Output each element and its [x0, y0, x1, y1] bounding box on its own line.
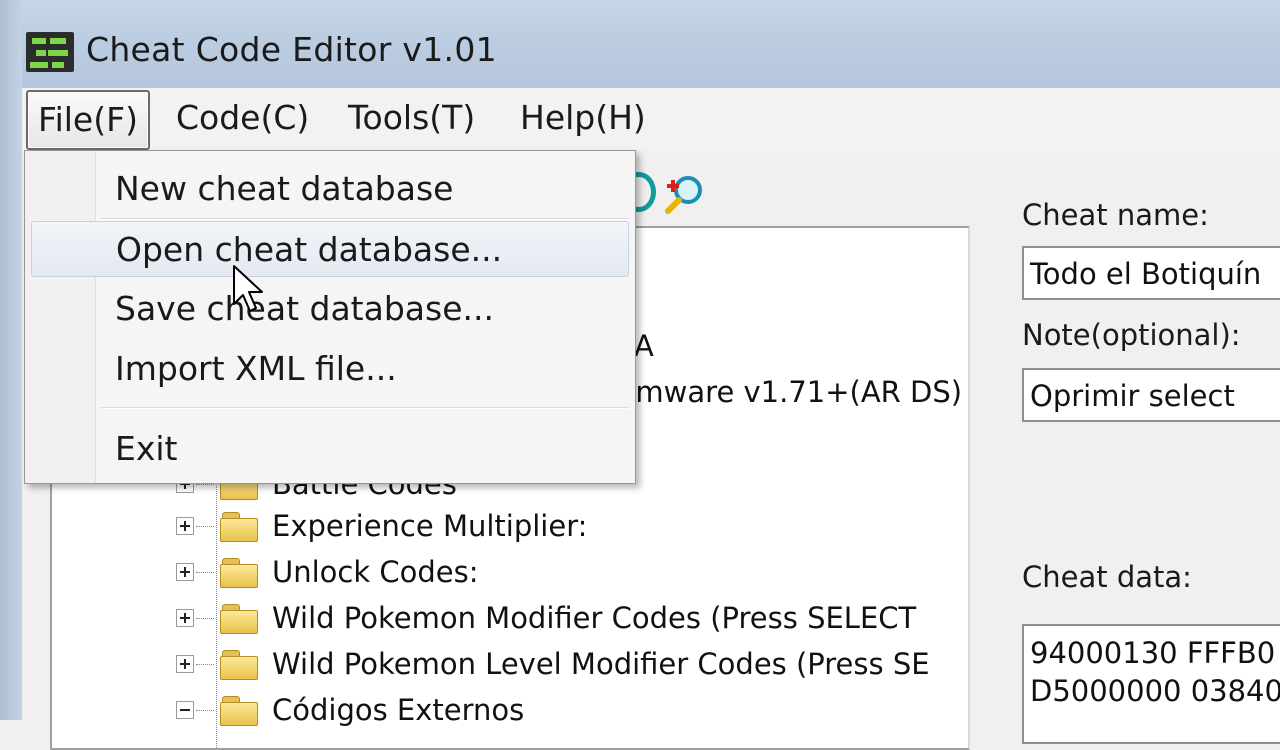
cheat-name-input[interactable]: Todo el Botiquín — [1022, 246, 1280, 300]
collapse-icon[interactable] — [176, 701, 194, 719]
tree-connector — [196, 484, 214, 485]
menu-help[interactable]: Help(H) — [510, 90, 656, 146]
menu-item-import-xml[interactable]: Import XML file... — [31, 341, 629, 397]
tree-row[interactable]: Wild Pokemon Level Modifier Codes (Press… — [52, 642, 968, 686]
cheat-data-textarea[interactable]: 94000130 FFFB0 D5000000 03840 — [1022, 624, 1280, 744]
expand-icon[interactable] — [176, 563, 194, 581]
menu-item-open-database[interactable]: Open cheat database... — [31, 221, 629, 277]
tree-row[interactable]: Unlock Codes: — [52, 550, 968, 594]
tree-row[interactable]: Códigos Externos — [52, 688, 968, 732]
expand-icon[interactable] — [176, 655, 194, 673]
menu-code[interactable]: Code(C) — [166, 90, 319, 146]
note-input[interactable]: Oprimir select — [1022, 368, 1280, 422]
cheat-data-label: Cheat data: — [1022, 560, 1192, 594]
folder-icon — [220, 512, 258, 542]
note-label: Note(optional): — [1022, 318, 1241, 352]
cheat-data-line: 94000130 FFFB0 — [1030, 636, 1276, 670]
menu-bar: File(F) Code(C) Tools(T) Help(H) — [22, 88, 1280, 150]
menu-item-exit[interactable]: Exit — [31, 421, 629, 477]
menu-separator — [101, 218, 629, 220]
cheat-data-line: D5000000 03840 — [1030, 674, 1280, 708]
tree-item-label: A — [634, 329, 654, 363]
tree-connector — [196, 526, 214, 527]
tree-item-label: Unlock Codes: — [272, 555, 479, 589]
menu-file[interactable]: File(F) — [26, 90, 150, 150]
file-menu-dropdown: New cheat database Open cheat database..… — [24, 150, 636, 484]
folder-icon — [220, 650, 258, 680]
window-title: Cheat Code Editor v1.01 — [86, 30, 497, 69]
tree-connector — [196, 572, 214, 573]
expand-icon[interactable] — [176, 609, 194, 627]
tree-row[interactable]: Wild Pokemon Modifier Codes (Press SELEC… — [52, 596, 968, 640]
app-icon — [26, 32, 74, 72]
tree-connector — [196, 710, 214, 711]
tree-row[interactable]: Experience Multiplier: — [52, 504, 968, 548]
menu-item-save-database[interactable]: Save cheat database... — [31, 281, 629, 337]
tree-item-label: Códigos Externos — [272, 693, 525, 727]
menu-tools[interactable]: Tools(T) — [338, 90, 485, 146]
tree-connector — [196, 618, 214, 619]
tree-item-label: rmware v1.71+(AR DS) — [624, 375, 963, 409]
expand-icon[interactable] — [176, 517, 194, 535]
folder-icon — [220, 604, 258, 634]
menu-separator — [101, 407, 629, 409]
search-add-icon[interactable] — [662, 174, 706, 214]
cheat-name-label: Cheat name: — [1022, 198, 1209, 232]
tree-item-label: Wild Pokemon Level Modifier Codes (Press… — [272, 647, 930, 681]
menu-item-new-database[interactable]: New cheat database — [31, 161, 629, 217]
tree-item-label: Experience Multiplier: — [272, 509, 588, 543]
tree-connector — [196, 664, 214, 665]
mouse-pointer-icon — [233, 265, 263, 312]
title-bar[interactable]: Cheat Code Editor v1.01 — [22, 18, 1280, 88]
window-left-border — [0, 0, 22, 720]
tree-item-label: Wild Pokemon Modifier Codes (Press SELEC… — [272, 601, 917, 635]
folder-icon — [220, 558, 258, 588]
toolbar — [622, 160, 742, 214]
